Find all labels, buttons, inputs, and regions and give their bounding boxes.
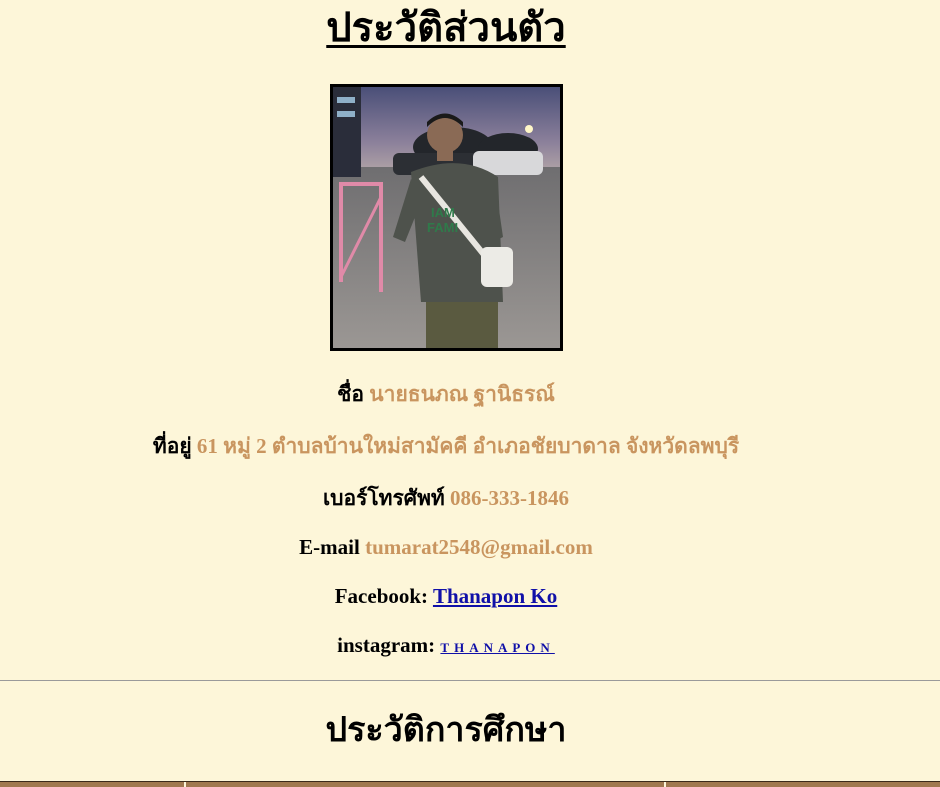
education-table-header bbox=[0, 781, 940, 787]
profile-photo: IAM FAMI bbox=[330, 84, 563, 351]
svg-text:IAM: IAM bbox=[431, 205, 455, 220]
instagram-line: instagram: THANAPON bbox=[0, 631, 892, 662]
divider bbox=[0, 680, 940, 681]
name-line: ชื่อ นายธนภณ ฐานิธรณ์ bbox=[0, 380, 892, 408]
facebook-line: Facebook: Thanapon Ko bbox=[0, 582, 892, 610]
table-column-divider bbox=[184, 782, 186, 787]
address-line: ที่อยู่ 61 หมู่ 2 ตำบลบ้านใหม่สามัคคี อำ… bbox=[0, 432, 892, 460]
email-label: E-mail bbox=[299, 535, 360, 559]
svg-text:FAMI: FAMI bbox=[427, 220, 458, 235]
name-value: นายธนภณ ฐานิธรณ์ bbox=[369, 382, 555, 406]
address-label: ที่อยู่ bbox=[152, 434, 192, 458]
phone-value: 086-333-1846 bbox=[450, 486, 570, 510]
phone-label: เบอร์โทรศัพท์ bbox=[322, 486, 445, 510]
instagram-label: instagram: bbox=[337, 633, 436, 657]
facebook-label: Facebook: bbox=[334, 584, 429, 608]
instagram-link[interactable]: THANAPON bbox=[440, 640, 554, 655]
name-label: ชื่อ bbox=[337, 382, 365, 406]
page: ประวัติส่วนตัว IAM FAMI ชื่อ นายธนภณ ฐาน… bbox=[0, 0, 940, 787]
email-value: tumarat2548@gmail.com bbox=[365, 535, 593, 559]
table-column-divider bbox=[664, 782, 666, 787]
facebook-link[interactable]: Thanapon Ko bbox=[433, 584, 557, 608]
education-title: ประวัติการศึกษา bbox=[325, 712, 567, 749]
email-line: E-mail tumarat2548@gmail.com bbox=[0, 533, 892, 561]
page-title: ประวัติส่วนตัว bbox=[326, 5, 566, 50]
address-value: 61 หมู่ 2 ตำบลบ้านใหม่สามัคคี อำเภอชัยบา… bbox=[196, 434, 740, 458]
phone-line: เบอร์โทรศัพท์ 086-333-1846 bbox=[0, 484, 892, 512]
